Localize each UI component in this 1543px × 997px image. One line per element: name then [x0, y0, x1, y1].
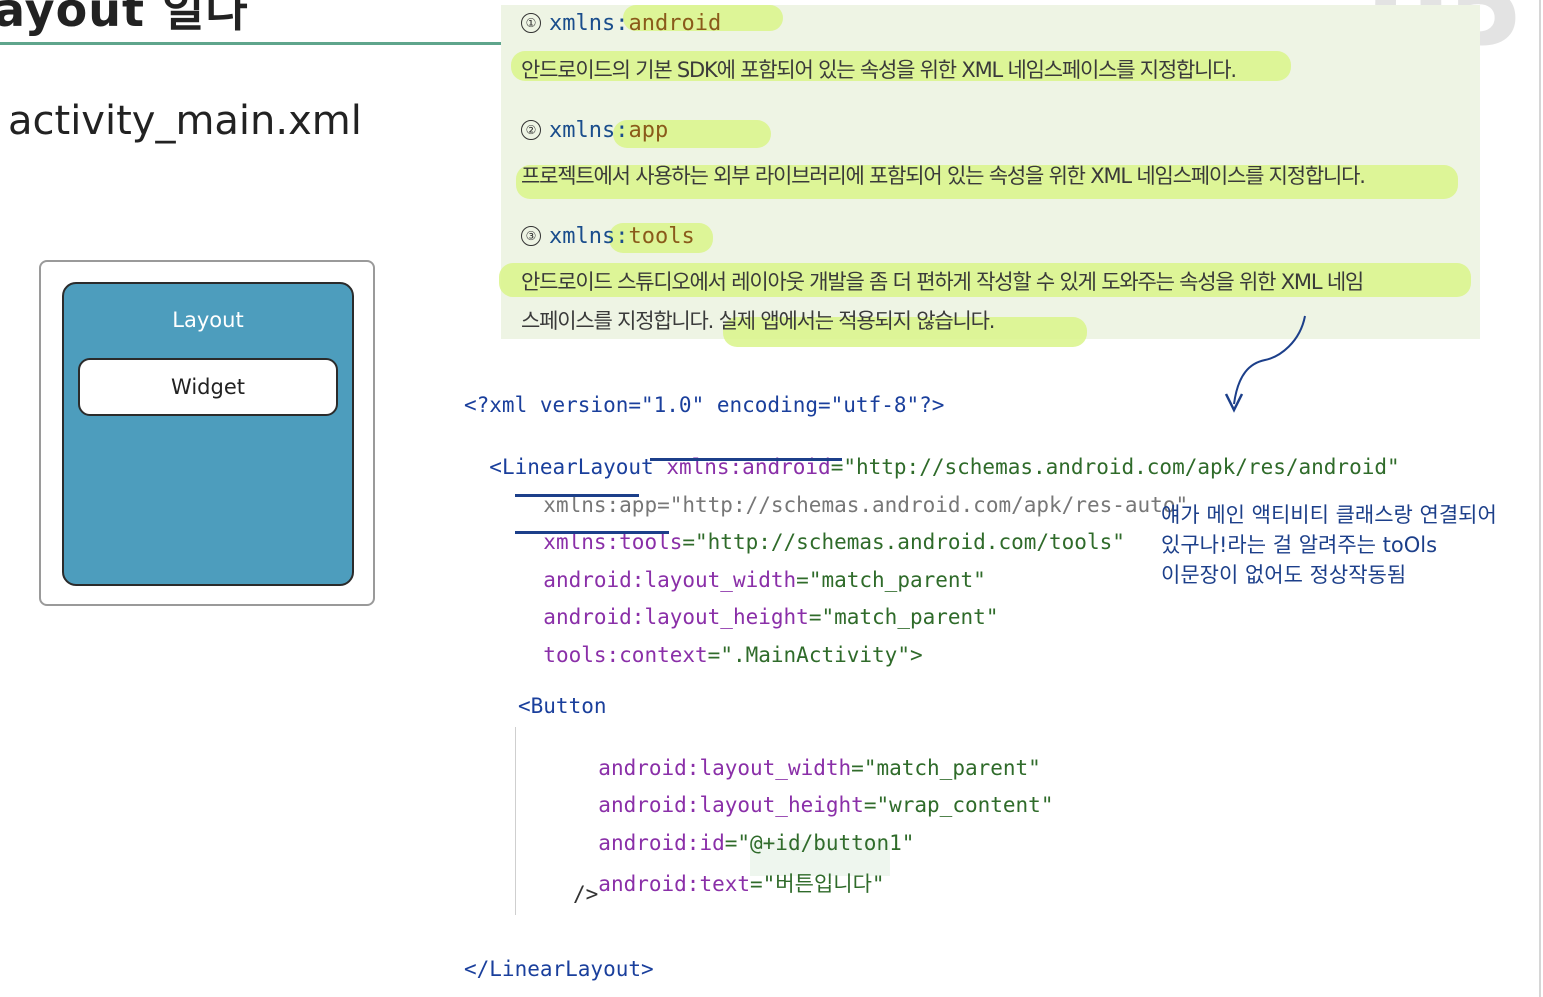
layout-label: Layout	[172, 308, 244, 332]
right-border	[1539, 0, 1541, 997]
note-2-text: 프로젝트에서 사용하는 외부 라이브러리에 포함되어 있는 속성을 위한 XML…	[521, 164, 1366, 188]
note-2-label: ② xmlns:app	[521, 118, 668, 143]
code-xml-declaration: <?xml version="1.0" encoding="utf-8"?>	[464, 393, 945, 417]
note-2-number: ②	[521, 120, 541, 140]
widget-box: Widget	[78, 358, 338, 416]
note-1-number: ①	[521, 13, 541, 33]
note-1-text: 안드로이드의 기본 SDK에 포함되어 있는 속성을 위한 XML 네임스페이스…	[521, 58, 1237, 82]
underline-mark	[515, 494, 639, 497]
code-attr: android:text	[598, 872, 751, 896]
code-close-tag: </LinearLayout>	[464, 957, 654, 981]
note-3-text-line1: 안드로이드 스튜디오에서 레이아웃 개발을 좀 더 편하게 작성할 수 있게 도…	[521, 270, 1364, 294]
layout-diagram: Layout Widget	[39, 260, 375, 606]
annotation-line: 이문장이 없어도 정상작동됨	[1161, 563, 1407, 587]
code-line-tools-context: tools:context=".MainActivity">	[518, 619, 923, 667]
code-value: =".MainActivity">	[707, 643, 923, 667]
note-1-prefix: xmlns:	[549, 11, 629, 36]
note-3-number: ③	[521, 226, 541, 246]
code-value: ="버튼입니다"	[750, 872, 885, 896]
note-3-prefix: xmlns:	[549, 224, 629, 249]
note-2-name: app	[628, 118, 669, 143]
code-attr: tools:context	[543, 643, 708, 667]
note-3-text-line2: 스페이스를 지정합니다. 실제 앱에서는 적용되지 않습니다.	[521, 309, 995, 333]
indent-guide	[515, 727, 516, 915]
page-heading: ayout 일다	[0, 0, 249, 37]
file-subtitle: activity_main.xml	[8, 98, 362, 144]
annotation-arrow	[1224, 315, 1306, 413]
note-3-name: tools	[628, 224, 695, 249]
code-button-close: />	[573, 882, 599, 906]
code-button-tag: <Button	[518, 694, 607, 718]
namespace-notes: ① xmlns:android 안드로이드의 기본 SDK에 포함되어 있는 속성…	[499, 5, 1480, 347]
note-2-prefix: xmlns:	[549, 118, 629, 143]
handwritten-annotation: 얘가 메인 액티비티 클래스랑 연결되어 있구나!라는 걸 알려주는 toOls…	[1161, 500, 1497, 590]
note-1-label: ① xmlns:android	[521, 11, 721, 36]
layout-box: Layout Widget	[62, 282, 354, 586]
annotation-line: 얘가 메인 액티비티 클래스랑 연결되어	[1161, 503, 1497, 527]
note-3-label: ③ xmlns:tools	[521, 224, 695, 249]
underline-mark	[515, 531, 669, 534]
annotation-line: 있구나!라는 걸 알려주는 toOls	[1161, 533, 1438, 557]
code-line-button-text: android:text="버튼입니다"	[573, 844, 885, 898]
widget-label: Widget	[171, 375, 245, 399]
note-1-name: android	[628, 11, 722, 36]
heading-rule	[0, 42, 510, 45]
underline-mark	[650, 458, 842, 461]
